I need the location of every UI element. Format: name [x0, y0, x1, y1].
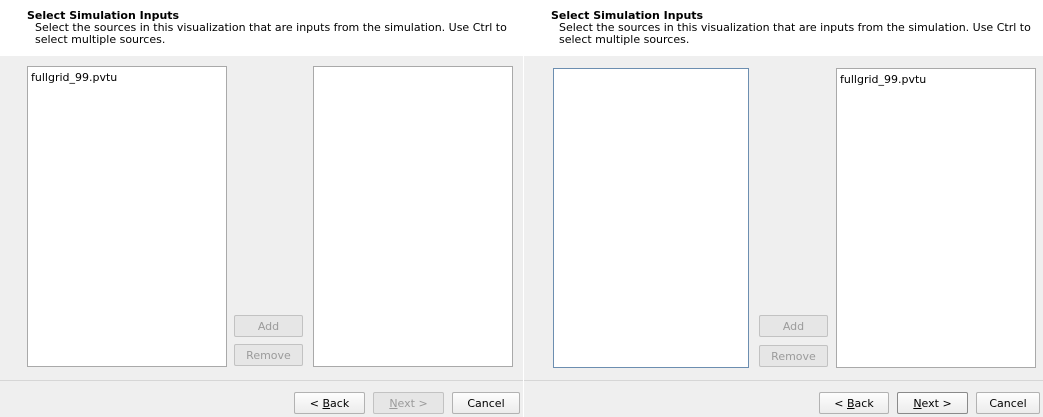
back-button[interactable]: < Back [294, 392, 365, 414]
back-label-mnemonic: B [847, 396, 855, 410]
add-button[interactable]: Add [234, 315, 303, 337]
footer-divider [524, 380, 1043, 381]
footer-divider [0, 380, 523, 381]
next-label-mnemonic: N [389, 396, 398, 410]
selected-sources-list[interactable]: fullgrid_99.pvtu [836, 68, 1036, 368]
back-label-rest: ack [854, 396, 874, 410]
page-description: Select the sources in this visualization… [559, 21, 1031, 46]
back-label-prefix: < [834, 396, 847, 410]
next-label-rest: ext > [397, 396, 428, 410]
cancel-button[interactable]: Cancel [452, 392, 520, 414]
next-button[interactable]: Next > [373, 392, 444, 414]
page-header: Select Simulation Inputs Select the sour… [524, 0, 1043, 56]
selected-sources-list[interactable] [313, 66, 513, 367]
next-label-mnemonic: N [913, 396, 922, 410]
page-header: Select Simulation Inputs Select the sour… [0, 0, 523, 56]
remove-button[interactable]: Remove [234, 344, 303, 366]
back-button[interactable]: < Back [819, 392, 889, 414]
back-label-prefix: < [309, 396, 323, 410]
remove-button[interactable]: Remove [759, 345, 828, 367]
next-label-rest: ext > [921, 396, 952, 410]
wizard-page-after: Select Simulation Inputs Select the sour… [524, 0, 1043, 417]
add-button[interactable]: Add [759, 315, 828, 337]
available-sources-list[interactable]: fullgrid_99.pvtu [27, 66, 227, 367]
page-description: Select the sources in this visualization… [35, 21, 507, 46]
back-label-rest: ack [330, 396, 350, 410]
back-label-mnemonic: B [322, 396, 331, 410]
wizard-page-before: Select Simulation Inputs Select the sour… [0, 0, 523, 417]
available-sources-list[interactable] [553, 68, 749, 368]
cancel-button[interactable]: Cancel [976, 392, 1040, 414]
list-item[interactable]: fullgrid_99.pvtu [840, 73, 1032, 86]
list-item[interactable]: fullgrid_99.pvtu [31, 71, 223, 84]
next-button[interactable]: Next > [897, 392, 968, 414]
